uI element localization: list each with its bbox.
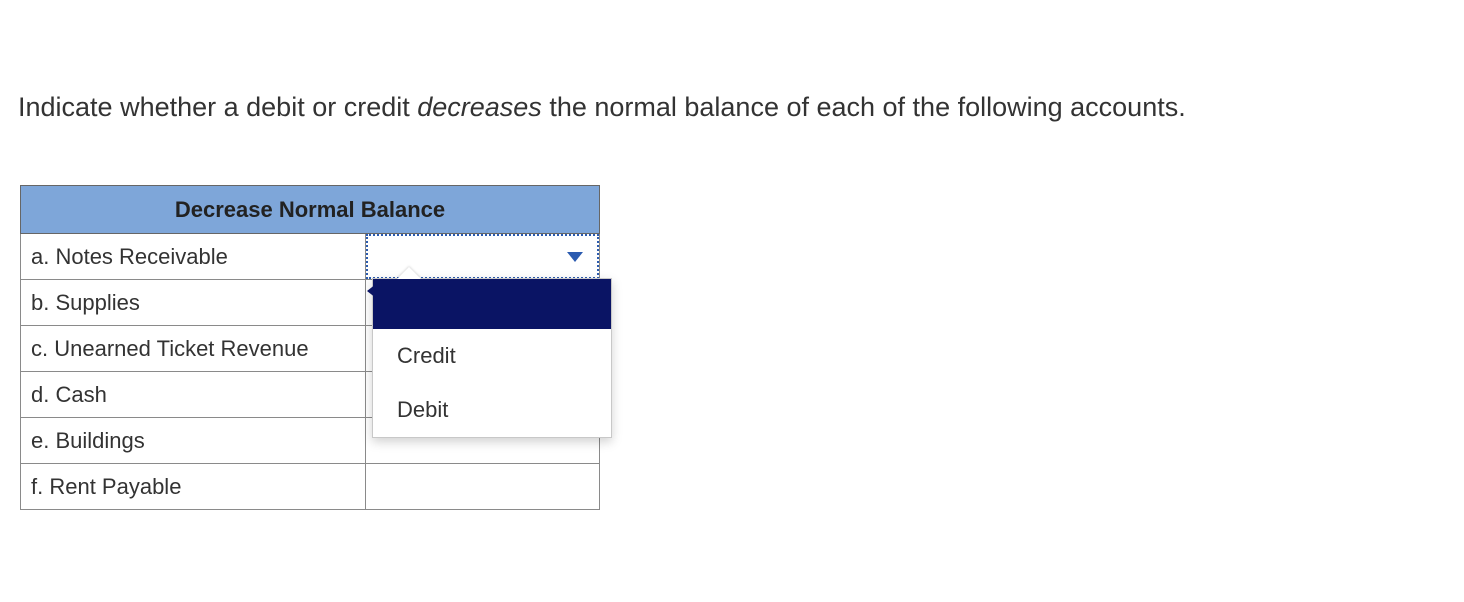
account-label: c. Unearned Ticket Revenue [21, 326, 366, 372]
dropdown-option-debit[interactable]: Debit [373, 383, 611, 437]
chevron-down-icon [567, 252, 583, 262]
select-cell-f[interactable] [365, 464, 599, 510]
dropdown-option-blank[interactable] [373, 279, 611, 329]
dropdown-option-credit[interactable]: Credit [373, 329, 611, 383]
table-row: a. Notes Receivable [21, 234, 600, 280]
account-label: d. Cash [21, 372, 366, 418]
account-label: a. Notes Receivable [21, 234, 366, 280]
instruction-pre: Indicate whether a debit or credit [18, 92, 417, 122]
account-label: e. Buildings [21, 418, 366, 464]
instruction-italic: decreases [417, 92, 542, 122]
account-label: f. Rent Payable [21, 464, 366, 510]
dropdown-menu: Credit Debit [372, 278, 612, 438]
instruction-post: the normal balance of each of the follow… [542, 92, 1186, 122]
instruction-text: Indicate whether a debit or credit decre… [0, 0, 1464, 125]
account-label: b. Supplies [21, 280, 366, 326]
table-header: Decrease Normal Balance [21, 186, 600, 234]
table-row: f. Rent Payable [21, 464, 600, 510]
